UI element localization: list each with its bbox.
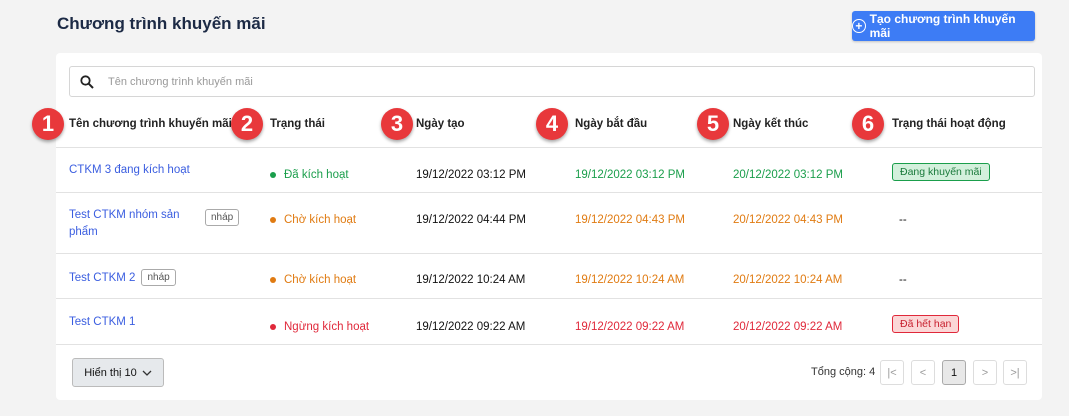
created-date: 19/12/2022 10:24 AM — [416, 274, 526, 286]
created-date: 19/12/2022 09:22 AM — [416, 321, 526, 333]
marker-4: 4 — [536, 108, 568, 140]
create-button-label: Tạo chương trình khuyến mãi — [869, 12, 1016, 40]
divider — [56, 147, 1042, 148]
page-title: Chương trình khuyến mãi — [57, 14, 266, 33]
start-date: 19/12/2022 03:12 PM — [575, 169, 685, 181]
status-cell: Ngừng kích hoạt — [270, 321, 369, 333]
promotion-name-link[interactable]: Test CTKM 1 — [69, 316, 135, 328]
promotion-table-card: Tên chương trình khuyến mãi Trạng thái N… — [56, 53, 1042, 400]
status-label: Chờ kích hoạt — [284, 214, 357, 226]
column-header-status[interactable]: Trạng thái — [270, 118, 325, 130]
status-cell: Chờ kích hoạt — [270, 274, 356, 286]
active-state-badge: Đã hết hạn — [892, 315, 960, 333]
chevron-down-icon — [142, 370, 152, 376]
page-size-label: Hiển thị 10 — [84, 366, 137, 379]
promotion-name-link[interactable]: CTKM 3 đang kích hoạt — [69, 164, 190, 176]
last-page-button[interactable]: >| — [1003, 360, 1027, 385]
status-dot-icon — [270, 323, 276, 330]
created-date: 19/12/2022 03:12 PM — [416, 169, 526, 181]
end-date: 20/12/2022 04:43 PM — [733, 214, 843, 226]
status-cell: Đã kích hoạt — [270, 169, 349, 181]
search-icon — [80, 74, 94, 89]
created-date: 19/12/2022 04:44 PM — [416, 214, 526, 226]
divider — [56, 298, 1042, 299]
marker-5: 5 — [697, 108, 729, 140]
status-cell: Chờ kích hoạt — [270, 214, 356, 226]
next-page-button[interactable]: > — [973, 360, 997, 385]
active-state-empty: -- — [899, 274, 907, 286]
draft-badge: nháp — [205, 209, 240, 226]
divider — [56, 253, 1042, 254]
column-header-end[interactable]: Ngày kết thúc — [733, 118, 808, 130]
total-count: Tổng cộng: 4 — [811, 366, 876, 378]
marker-1: 1 — [32, 108, 64, 140]
column-header-start[interactable]: Ngày bắt đầu — [575, 118, 647, 130]
status-label: Ngừng kích hoạt — [284, 321, 370, 333]
create-promotion-button[interactable]: + Tạo chương trình khuyến mãi — [852, 11, 1035, 41]
status-label: Đã kích hoạt — [284, 169, 349, 181]
search-box[interactable] — [69, 66, 1035, 97]
divider — [56, 344, 1042, 345]
page-size-select[interactable]: Hiển thị 10 — [72, 358, 164, 387]
search-input[interactable] — [108, 75, 908, 88]
column-header-created[interactable]: Ngày tạo — [416, 118, 465, 130]
draft-badge-label: nháp — [205, 209, 240, 226]
column-header-active-state[interactable]: Trạng thái hoạt động — [892, 118, 1006, 130]
promotion-name-link[interactable]: Test CTKM 2 — [69, 272, 135, 284]
promotion-name-cell: Test CTKM 1 — [69, 316, 135, 328]
start-date: 19/12/2022 09:22 AM — [575, 321, 685, 333]
column-header-name[interactable]: Tên chương trình khuyến mãi — [69, 118, 232, 130]
status-label: Chờ kích hoạt — [284, 274, 357, 286]
marker-2: 2 — [231, 108, 263, 140]
divider — [56, 192, 1042, 193]
promotion-name-link[interactable]: Test CTKM nhóm sản phẩm — [69, 207, 194, 241]
plus-circle-icon: + — [852, 19, 866, 33]
start-date: 19/12/2022 04:43 PM — [575, 214, 685, 226]
promotion-name-cell: Test CTKM 2 nháp — [69, 269, 176, 286]
active-state-badge: Đang khuyến mãi — [892, 163, 990, 181]
promotion-name-cell: CTKM 3 đang kích hoạt — [69, 164, 190, 176]
page-1-button[interactable]: 1 — [942, 360, 966, 385]
status-dot-icon — [270, 276, 276, 283]
end-date: 20/12/2022 09:22 AM — [733, 321, 843, 333]
marker-3: 3 — [381, 108, 413, 140]
start-date: 19/12/2022 10:24 AM — [575, 274, 685, 286]
prev-page-button[interactable]: < — [911, 360, 935, 385]
status-dot-icon — [270, 216, 276, 223]
status-dot-icon — [270, 171, 276, 178]
end-date: 20/12/2022 10:24 AM — [733, 274, 843, 286]
first-page-button[interactable]: |< — [880, 360, 904, 385]
active-state-empty: -- — [899, 214, 907, 226]
draft-badge: nháp — [141, 269, 176, 286]
end-date: 20/12/2022 03:12 PM — [733, 169, 843, 181]
marker-6: 6 — [852, 108, 884, 140]
